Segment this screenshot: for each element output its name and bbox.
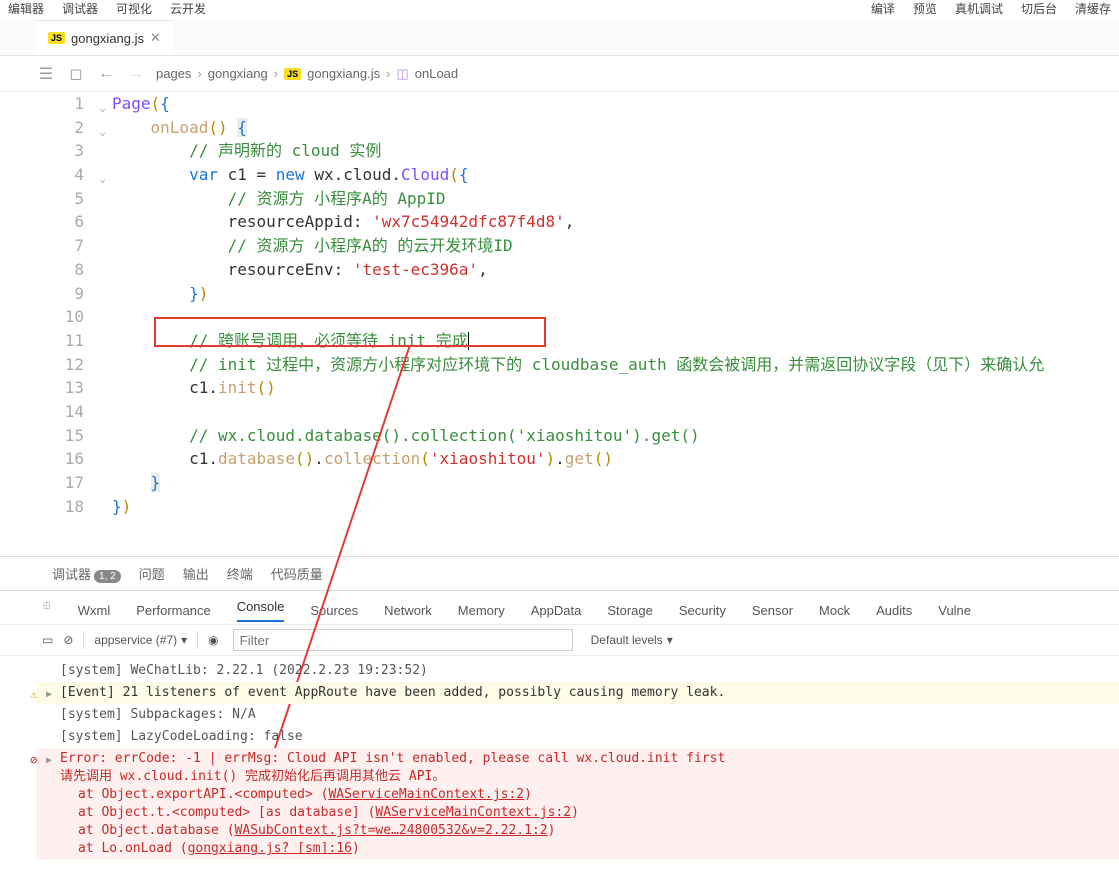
forward-icon[interactable]: → (126, 65, 146, 83)
devtools-tab[interactable]: Vulne (938, 597, 971, 618)
panel-tab[interactable]: 输出 (183, 567, 209, 582)
menu-item[interactable]: 真机调试 (955, 0, 1003, 17)
back-icon[interactable]: ← (96, 65, 116, 83)
inspect-icon[interactable]: ⯐ (42, 597, 52, 619)
method-icon: ◫ (396, 66, 408, 82)
panel-tab[interactable]: 代码质量 (271, 567, 323, 582)
context-label: appservice (#7) (94, 633, 177, 647)
menu-item[interactable]: 调试器 (62, 0, 98, 17)
stack-link[interactable]: WASubContext.js?t=we…24800532&v=2.22.1:2 (235, 823, 548, 838)
file-tab-label: gongxiang.js (71, 31, 144, 46)
levels-label: Default levels (591, 633, 663, 647)
chevron-down-icon: ▾ (181, 633, 187, 647)
devtools-tabs: ⯐ Wxml Performance Console Sources Network Me… (0, 590, 1119, 624)
menu-item[interactable]: 云开发 (170, 0, 206, 17)
menu-item[interactable]: 切后台 (1021, 0, 1057, 17)
console-error: ⊘▶Error: errCode: -1 | errMsg: Cloud API… (36, 748, 1119, 860)
file-tab-bar: JS gongxiang.js ✕ (0, 20, 1119, 56)
panel-tab[interactable]: 终端 (227, 567, 253, 582)
top-menu-bar: 编辑器 调试器 可视化 云开发 编译 预览 真机调试 切后台 清缓存 (0, 0, 1119, 20)
menu-item[interactable]: 编辑器 (8, 0, 44, 17)
line-number-gutter: ⌄1⌄23⌄456789101112131415161718 (0, 92, 112, 518)
console-row: [system] LazyCodeLoading: false (36, 726, 1119, 748)
menu-item[interactable]: 预览 (913, 0, 937, 17)
console-output[interactable]: [system] WeChatLib: 2.22.1 (2022.2.23 19… (0, 656, 1119, 860)
menu-item[interactable]: 可视化 (116, 0, 152, 17)
devtools-tab[interactable]: Sources (310, 597, 358, 618)
breadcrumb-item[interactable]: gongxiang.js (307, 66, 380, 81)
panel-tab[interactable]: 调试器1, 2 (52, 567, 121, 582)
menu-item[interactable]: 清缓存 (1075, 0, 1111, 17)
stack-link[interactable]: gongxiang.js? [sm]:16 (188, 841, 352, 856)
panel-tab[interactable]: 问题 (139, 567, 165, 582)
context-selector[interactable]: appservice (#7) ▾ (94, 633, 187, 647)
code-area[interactable]: Page({ onLoad() { // 声明新的 cloud 实例 var c… (112, 92, 1044, 518)
annotation-box (154, 317, 546, 347)
filter-input[interactable] (233, 629, 573, 651)
devtools-tab[interactable]: Network (384, 597, 432, 618)
menu-item[interactable]: 编译 (871, 0, 895, 17)
file-tab-gongxiang[interactable]: JS gongxiang.js ✕ (36, 20, 173, 55)
breadcrumb-item[interactable]: gongxiang (208, 66, 268, 81)
list-icon[interactable]: ☰ (36, 64, 56, 84)
log-levels-selector[interactable]: Default levels ▾ (591, 633, 673, 647)
console-row: [system] Subpackages: N/A (36, 704, 1119, 726)
console-row: ⚠▶[Event] 21 listeners of event AppRoute… (36, 682, 1119, 704)
js-file-icon: JS (284, 68, 301, 80)
console-toolbar: ▭ ⊘ appservice (#7) ▾ ◉ Default levels ▾ (0, 624, 1119, 656)
devtools-tab[interactable]: Console (237, 593, 285, 622)
eye-icon[interactable]: ◉ (208, 633, 218, 647)
chevron-down-icon: ▾ (667, 633, 673, 647)
devtools-tab[interactable]: Security (679, 597, 726, 618)
console-row: [system] WeChatLib: 2.22.1 (2022.2.23 19… (36, 660, 1119, 682)
stack-link[interactable]: WAServiceMainContext.js:2 (328, 787, 524, 802)
breadcrumb-item[interactable]: pages (156, 66, 191, 81)
devtools-tab[interactable]: Wxml (78, 597, 111, 618)
code-editor[interactable]: ⌄1⌄23⌄456789101112131415161718 Page({ on… (0, 92, 1119, 518)
devtools-tab[interactable]: Mock (819, 597, 850, 618)
devtools-tab[interactable]: Performance (136, 597, 210, 618)
js-file-icon: JS (48, 32, 65, 44)
editor-toolbar: ☰ ◻ ← → pages› gongxiang› JS gongxiang.j… (0, 56, 1119, 92)
bookmark-icon[interactable]: ◻ (66, 64, 86, 84)
breadcrumb[interactable]: pages› gongxiang› JS gongxiang.js› ◫ onL… (156, 66, 458, 82)
devtools-tab[interactable]: Audits (876, 597, 912, 618)
devtools-tab[interactable]: Sensor (752, 597, 793, 618)
stack-link[interactable]: WAServiceMainContext.js:2 (375, 805, 571, 820)
clear-console-icon[interactable]: ⊘ (63, 633, 73, 647)
close-icon[interactable]: ✕ (150, 30, 161, 46)
breadcrumb-item[interactable]: onLoad (415, 66, 458, 81)
panel-tabs: 调试器1, 2 问题 输出 终端 代码质量 (0, 556, 1119, 590)
play-icon[interactable]: ▭ (42, 633, 53, 647)
devtools-tab[interactable]: AppData (531, 597, 582, 618)
devtools-tab[interactable]: Memory (458, 597, 505, 618)
devtools-tab[interactable]: Storage (607, 597, 653, 618)
